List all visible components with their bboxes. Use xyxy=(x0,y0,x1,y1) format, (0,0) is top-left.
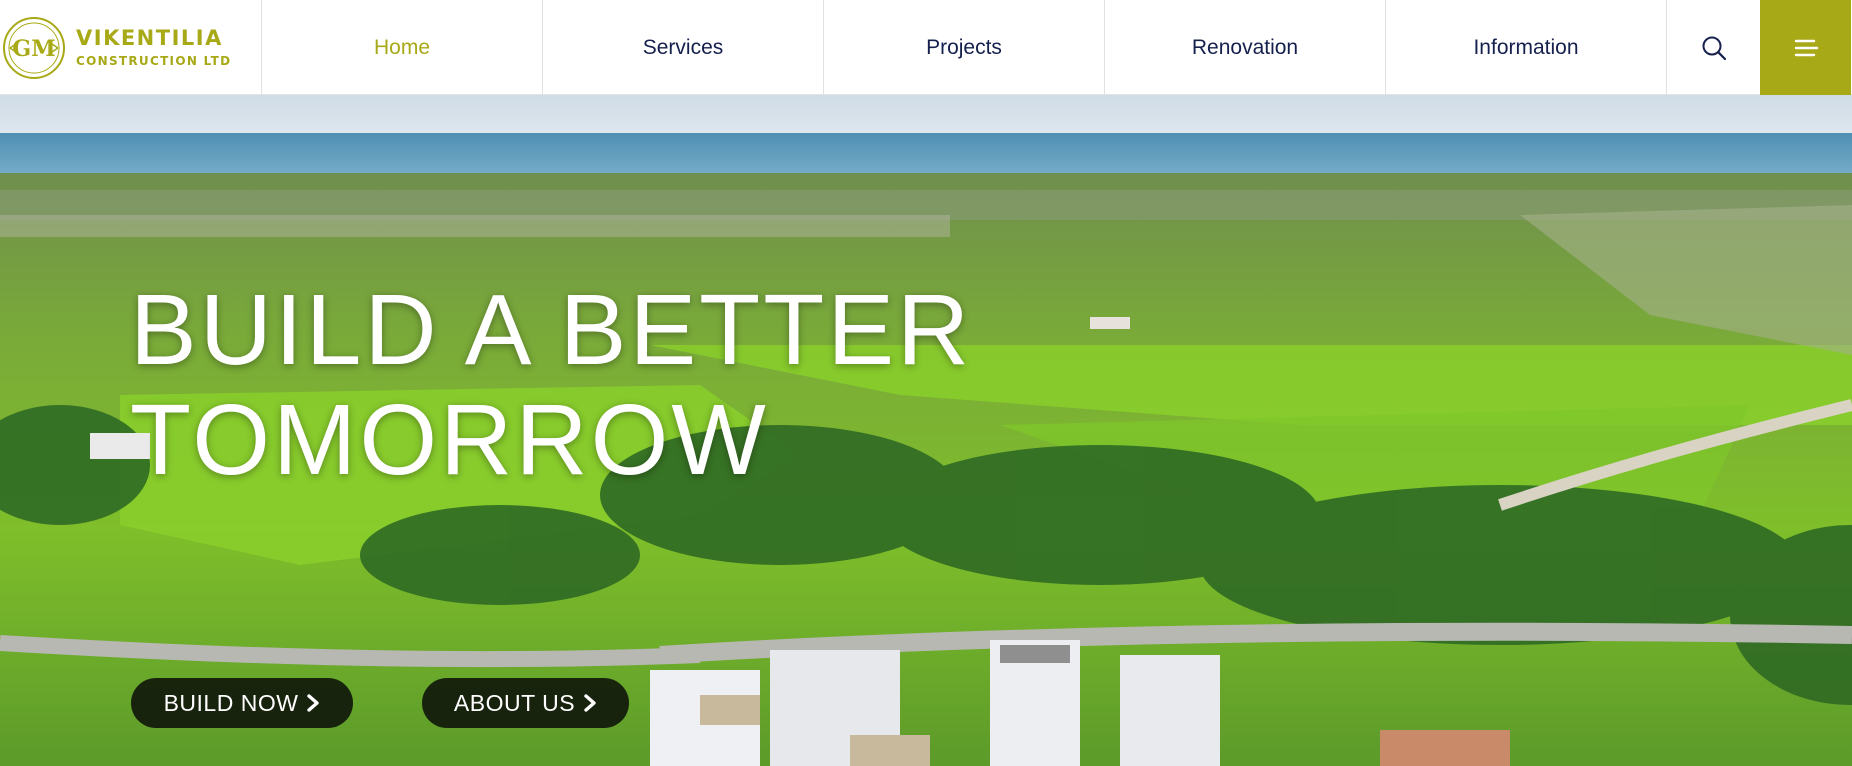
about-us-button[interactable]: ABOUT US xyxy=(422,678,629,728)
brand-subtitle: CONSTRUCTION LTD xyxy=(76,54,232,68)
brand-logo[interactable]: GM VIKENTILIA CONSTRUCTION LTD xyxy=(0,0,261,95)
nav-item-home[interactable]: Home xyxy=(262,0,543,95)
hero-headline-line1: BUILD A BETTER xyxy=(130,274,973,386)
search-button[interactable] xyxy=(1667,0,1760,95)
brand-wordmark: VIKENTILIA CONSTRUCTION LTD xyxy=(76,26,232,68)
brand-name: VIKENTILIA xyxy=(76,26,223,50)
hero-headline-line2: TOMORROW xyxy=(130,384,769,496)
nav-item-projects[interactable]: Projects xyxy=(824,0,1105,95)
main-nav: Home Services Projects Renovation Inform… xyxy=(261,0,1667,95)
gm-monogram-seal-icon: GM xyxy=(3,16,65,79)
site-header: GM VIKENTILIA CONSTRUCTION LTD Home Serv… xyxy=(0,0,1852,95)
search-icon xyxy=(1702,36,1726,60)
hamburger-menu-icon xyxy=(1794,39,1818,56)
build-now-button[interactable]: BUILD NOW xyxy=(131,678,353,728)
nav-item-services[interactable]: Services xyxy=(543,0,824,95)
nav-item-renovation[interactable]: Renovation xyxy=(1105,0,1386,95)
hero-headline: BUILD A BETTER TOMORROW xyxy=(130,275,972,495)
hero-section: BUILD A BETTER TOMORROW BUILD NOW ABOUT … xyxy=(0,95,1852,766)
about-us-label: ABOUT US xyxy=(453,689,576,716)
nav-item-information[interactable]: Information xyxy=(1386,0,1667,95)
menu-button[interactable] xyxy=(1760,0,1851,95)
chevron-right-icon xyxy=(584,694,596,712)
chevron-right-icon xyxy=(307,694,320,712)
svg-text:GM: GM xyxy=(12,36,55,62)
build-now-label: BUILD NOW xyxy=(163,689,299,716)
